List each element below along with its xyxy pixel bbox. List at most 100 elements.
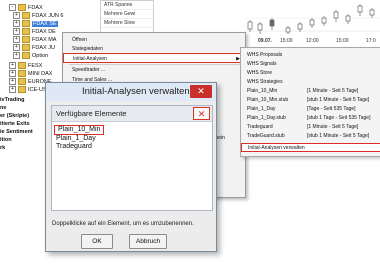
tree-item-label: FDAX bbox=[28, 5, 43, 11]
expand-icon[interactable]: + bbox=[9, 86, 16, 94]
submenu-item[interactable]: Tradeguard [1 Minute - Seit 5 Tage] bbox=[241, 123, 380, 132]
expand-icon[interactable]: + bbox=[13, 52, 20, 60]
close-icon[interactable]: ✕ bbox=[190, 85, 212, 98]
tree-section-label[interactable]: er (Skripte) bbox=[0, 112, 29, 120]
panel-header: Verfügbare Elemente ✕ bbox=[52, 106, 212, 122]
expand-icon[interactable]: + bbox=[9, 70, 16, 78]
initial-analyses-submenu: WHS Proposals WHS Signals WHS Store WHS … bbox=[240, 47, 380, 157]
tree-section-label[interactable]: ne bbox=[0, 104, 6, 112]
list-item[interactable]: Mehrere Slow bbox=[101, 19, 153, 28]
dialog-titlebar[interactable]: Initial-Analysen verwalten ✕ bbox=[46, 83, 216, 101]
tree-item-fdax[interactable]: - FDAX bbox=[8, 4, 43, 12]
tree-item-ice-us[interactable]: + ICE-US bbox=[8, 86, 47, 94]
list-item-selected[interactable]: Plain_10_Min bbox=[54, 125, 105, 135]
list-item[interactable]: Plain_1_Day bbox=[56, 135, 96, 143]
folder-icon bbox=[18, 4, 26, 12]
cancel-button[interactable]: Abbruch bbox=[129, 234, 167, 249]
folder-icon bbox=[22, 36, 30, 44]
tree-item-label: FESX bbox=[28, 63, 43, 69]
tree-item-mini-dax[interactable]: + MINI DAX bbox=[8, 70, 52, 78]
expand-icon[interactable]: + bbox=[13, 36, 20, 44]
submenu-item[interactable]: Plain_1_Day [Tage - Seit 535 Tage] bbox=[241, 105, 380, 114]
menu-item-fragment: chein bbox=[213, 135, 225, 141]
tree-item-label: FDAX JUN 6 bbox=[32, 13, 64, 19]
tree-item-label: Option bbox=[32, 53, 49, 59]
tree-item-label: MINI DAX bbox=[28, 71, 53, 77]
collapse-icon[interactable]: - bbox=[9, 4, 16, 12]
tree-item-fdax-jun[interactable]: + FDAX JUN 6 bbox=[12, 12, 63, 20]
submenu-item-name: Initial-Analysen verwalten bbox=[248, 145, 305, 151]
submenu-item-manage-analyses[interactable]: Initial-Analysen verwalten bbox=[241, 143, 380, 152]
menu-item-initial-analyses[interactable]: Initial-Analysen ▶ bbox=[63, 53, 245, 63]
tree-item-label: FDAX DE bbox=[32, 29, 56, 35]
menu-item-speedtrader[interactable]: Speedtrader ... bbox=[63, 65, 245, 75]
submenu-item[interactable]: Plain_10_Min [1 Minute - Seit 5 Tage] bbox=[241, 87, 380, 96]
submenu-item-detail: [1 Minute - Seit 5 Tage] bbox=[307, 88, 359, 94]
submenu-item[interactable]: WHS Signals bbox=[241, 60, 380, 69]
list-item[interactable]: Mehrere Gewi bbox=[101, 10, 153, 19]
time-tick: 09.07. bbox=[258, 38, 272, 44]
tree-section-label[interactable]: ie Sentiment bbox=[0, 128, 33, 136]
submenu-item[interactable]: Plain_10_Min.stub [stub 1 Minute - Seit 5… bbox=[241, 96, 380, 105]
tree-item-label: FDAX JU bbox=[32, 45, 55, 51]
submenu-item[interactable]: WHS Proposals bbox=[241, 51, 380, 60]
expand-icon[interactable]: + bbox=[13, 12, 20, 20]
candlestick-chart bbox=[244, 4, 380, 34]
tree-section-label[interactable]: rk bbox=[0, 144, 5, 152]
delete-icon[interactable]: ✕ bbox=[193, 107, 210, 120]
tree-section-label[interactable]: ition bbox=[0, 136, 12, 144]
submenu-item[interactable]: WHS Store bbox=[241, 69, 380, 78]
submenu-item[interactable]: WHS Strategies bbox=[241, 78, 380, 87]
rename-hint: Doppelklicke auf ein Element, um es umzu… bbox=[52, 221, 194, 227]
tree-item-fdax-se[interactable]: + FDAX SE bbox=[12, 20, 58, 28]
ok-button[interactable]: OK bbox=[81, 234, 113, 249]
submenu-item-name: Tradeguard bbox=[247, 124, 273, 130]
manage-analyses-dialog: Initial-Analysen verwalten ✕ Verfügbare … bbox=[45, 82, 217, 252]
elements-panel: Verfügbare Elemente ✕ Plain_10_Min Plain… bbox=[51, 105, 213, 211]
submenu-item-detail: [stub 1 Tage - Seit 535 Tage] bbox=[307, 115, 371, 121]
expand-icon[interactable]: + bbox=[13, 44, 20, 52]
expand-icon[interactable]: + bbox=[9, 62, 16, 70]
submenu-item[interactable]: Plain_1_Day.stub [stub 1 Tage - Seit 535 … bbox=[241, 114, 380, 123]
submenu-item-name: Plain_10_Min bbox=[247, 88, 278, 94]
expand-icon[interactable]: + bbox=[13, 20, 20, 28]
submenu-item-detail: [stub 1 Minute - Seit 5 Tage] bbox=[307, 133, 370, 139]
folder-icon bbox=[18, 86, 26, 94]
submenu-item-name: WHS Strategies bbox=[247, 79, 283, 85]
tree-item-label: ICE-US bbox=[28, 87, 47, 93]
expand-icon[interactable]: + bbox=[13, 28, 20, 36]
price-chart: 09.07. 15:00 12:00 15:00 17:0 bbox=[244, 0, 380, 48]
folder-icon bbox=[18, 62, 26, 70]
folder-icon bbox=[22, 12, 30, 20]
tree-section-label[interactable]: ivTrading bbox=[0, 96, 24, 104]
time-tick: 17:0 bbox=[366, 38, 376, 44]
tree-item-option[interactable]: + Option bbox=[12, 52, 48, 60]
submenu-item-name: Plain_10_Min.stub bbox=[247, 97, 289, 103]
tree-item-label: FDAX SE bbox=[32, 21, 58, 27]
submenu-item-name: WHS Store bbox=[247, 70, 273, 76]
folder-icon bbox=[22, 52, 30, 60]
folder-icon bbox=[22, 20, 30, 28]
time-tick: 15:00 bbox=[280, 38, 293, 44]
submenu-item-detail: [Tage - Seit 535 Tage] bbox=[307, 106, 356, 112]
submenu-item[interactable]: TradeGuard.stub [stub 1 Minute - Seit 5 T… bbox=[241, 132, 380, 141]
tree-item-fdax-ju[interactable]: + FDAX JU bbox=[12, 44, 55, 52]
dialog-title: Initial-Analysen verwalten bbox=[82, 86, 190, 97]
tree-item-fesx[interactable]: + FESX bbox=[8, 62, 42, 70]
submenu-item-detail: [1 Minute - Seit 5 Tage] bbox=[307, 124, 359, 130]
submenu-item-name: Plain_1_Day.stub bbox=[247, 115, 286, 121]
list-item[interactable]: ATR Spanne bbox=[101, 1, 153, 10]
folder-icon bbox=[18, 70, 26, 78]
submenu-item-name: Plain_1_Day bbox=[247, 106, 276, 112]
folder-icon bbox=[22, 44, 30, 52]
tree-item-fdax-ma[interactable]: + FDAX MA bbox=[12, 36, 56, 44]
time-tick: 15:00 bbox=[336, 38, 349, 44]
submenu-item-detail: [stub 1 Minute - Seit 5 Tage] bbox=[307, 97, 370, 103]
tree-section-label[interactable]: itierte Exits bbox=[0, 120, 30, 128]
submenu-item-name: TradeGuard.stub bbox=[247, 133, 285, 139]
expand-icon[interactable]: + bbox=[9, 78, 16, 86]
submenu-item-name: WHS Proposals bbox=[247, 52, 283, 58]
list-item[interactable]: Tradeguard bbox=[56, 143, 92, 151]
menu-item-label: Initial-Analysen bbox=[73, 56, 107, 62]
tree-item-fdax-de[interactable]: + FDAX DE bbox=[12, 28, 56, 36]
